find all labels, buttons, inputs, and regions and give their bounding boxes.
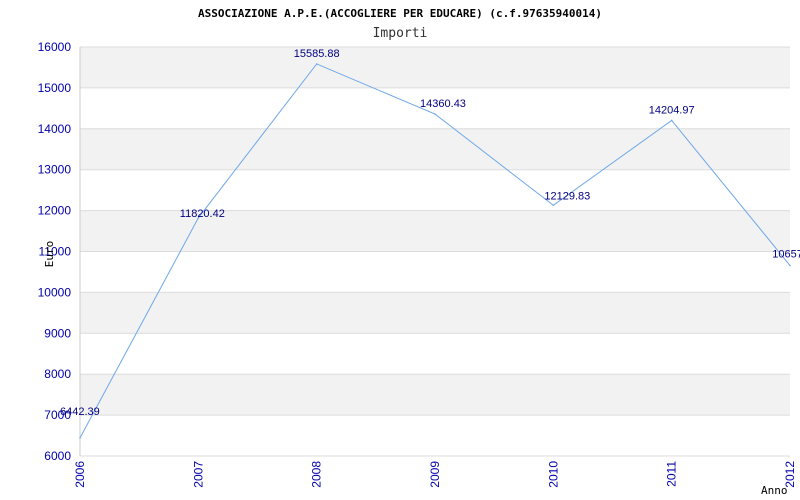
- data-point: [670, 119, 673, 122]
- data-label: 15585.88: [294, 48, 340, 60]
- x-tick-label: 2009: [428, 461, 442, 488]
- x-axis-label: Anno: [761, 484, 788, 497]
- y-tick-label: 8000: [44, 367, 71, 381]
- grid-band: [80, 374, 790, 416]
- y-tick-label: 10000: [38, 285, 72, 299]
- data-point: [79, 437, 81, 439]
- data-point: [434, 113, 436, 115]
- grid-band: [80, 292, 790, 334]
- chart-subtitle: Importi: [373, 26, 428, 41]
- data-point: [552, 204, 555, 207]
- data-point: [789, 264, 791, 267]
- data-label: 14204.97: [649, 104, 695, 116]
- data-label: 10657.5: [772, 249, 800, 261]
- data-label: 12129.83: [544, 190, 590, 202]
- y-tick-label: 6000: [44, 449, 71, 463]
- x-tick-label: 2011: [665, 461, 679, 487]
- data-point: [315, 63, 318, 65]
- x-tick-label: 2007: [191, 461, 205, 488]
- grid-band: [80, 251, 790, 293]
- chart-title: ASSOCIAZIONE A.P.E.(ACCOGLIERE PER EDUCA…: [198, 7, 602, 20]
- y-tick-label: 13000: [38, 163, 72, 177]
- line-chart: ASSOCIAZIONE A.P.E.(ACCOGLIERE PER EDUCA…: [38, 7, 800, 497]
- grid-band: [80, 415, 790, 456]
- x-tick-label: 2006: [73, 461, 87, 488]
- x-tick-label: 2008: [310, 461, 324, 488]
- grid-band: [80, 169, 790, 211]
- data-label: 6442.39: [60, 406, 100, 418]
- data-label: 11820.42: [180, 208, 225, 220]
- y-tick-label: 14000: [38, 122, 72, 136]
- x-axis-ticks: 2006 2007 2008 2009 2010 2011 2012: [73, 461, 797, 488]
- grid-band: [80, 333, 790, 375]
- y-tick-label: 16000: [38, 40, 72, 54]
- grid-band: [80, 47, 790, 88]
- x-tick-label: 2010: [546, 461, 560, 488]
- y-tick-label: 12000: [38, 204, 72, 218]
- y-tick-label: 15000: [38, 81, 72, 95]
- y-axis-label: Euro: [43, 241, 56, 268]
- y-tick-label: 9000: [44, 326, 71, 340]
- data-label: 14360.43: [420, 98, 466, 110]
